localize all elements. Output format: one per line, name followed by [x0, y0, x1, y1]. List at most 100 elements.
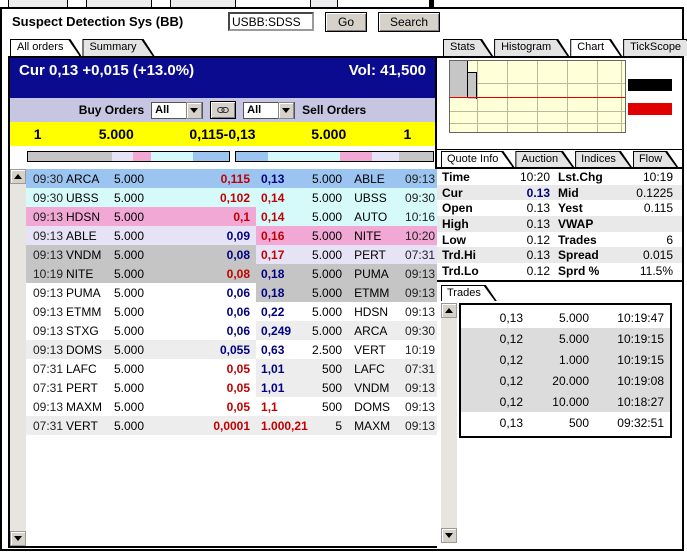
trade-row[interactable]: 0,12 20.000 10:19:08: [461, 370, 670, 391]
trade-row[interactable]: 0,12 10.000 10:18:27: [461, 391, 670, 412]
ask-row[interactable]: 1,1 500 DOMS 09:13: [256, 397, 440, 416]
scroll-down-button[interactable]: [10, 531, 26, 546]
trades-scrollbar[interactable]: [441, 303, 457, 543]
trade-row[interactable]: 0,12 5.000 10:19:15: [461, 328, 670, 349]
analysis-tab[interactable]: Stats: [443, 39, 493, 56]
ask-time: 10:20: [396, 229, 440, 243]
ask-row[interactable]: 0,249 5.000 ARCA 09:30: [256, 321, 440, 340]
trades-tabstrip: Trades: [441, 285, 498, 301]
ask-market-maker: VNDM: [348, 381, 396, 395]
ask-row[interactable]: 0,18 5.000 ETMM 09:13: [256, 283, 440, 302]
bid-price: 0,08: [190, 248, 256, 262]
ask-time: 09:13: [396, 172, 440, 186]
bid-row[interactable]: 09:13 MAXM 5.000 0,05: [26, 397, 256, 416]
ask-price: 0,13: [256, 172, 312, 186]
bid-row[interactable]: 07:31 VERT 5.000 0,0001: [26, 416, 256, 435]
ask-row[interactable]: 1.000,21 5 MAXM 09:13: [256, 416, 440, 435]
analysis-tab[interactable]: Histogram: [494, 39, 569, 56]
ask-time: 09:13: [396, 286, 440, 300]
bid-time: 09:30: [26, 191, 66, 205]
quote-info-row: High 0.13 VWAP: [437, 216, 682, 232]
symbol-input[interactable]: [228, 12, 314, 31]
bid-size: 5.000: [114, 267, 190, 281]
cutoff-tab[interactable]: [86, 0, 152, 7]
buy-size-total: 5.000: [65, 126, 167, 142]
bid-row[interactable]: 09:13 VNDM 5.000 0,08: [26, 245, 256, 264]
analysis-tab[interactable]: Chart: [570, 39, 622, 56]
ask-row[interactable]: 1,01 500 LAFC 07:31: [256, 359, 440, 378]
bid-row[interactable]: 09:13 ETMM 5.000 0,06: [26, 302, 256, 321]
link-filters-button[interactable]: [210, 101, 236, 119]
dropdown-arrow-icon[interactable]: [278, 102, 294, 119]
scroll-down-button[interactable]: [441, 528, 457, 543]
bid-price: 0,1: [190, 210, 256, 224]
dropdown-arrow-icon[interactable]: [186, 102, 202, 119]
ask-time: 10:19: [396, 343, 440, 357]
orders-tab[interactable]: All orders: [10, 39, 81, 56]
bid-row[interactable]: 09:13 STXG 5.000 0,06: [26, 321, 256, 340]
quote-info-table: Time 10:20 Lst.Chg 10:19 Cur 0.13 Mid 0.…: [437, 169, 682, 279]
ask-row[interactable]: 0,14 5.000 AUTO 10:16: [256, 207, 440, 226]
trade-size: 500: [523, 416, 589, 430]
ask-row[interactable]: 0,13 5.000 ABLE 09:13: [256, 169, 440, 188]
trade-row[interactable]: 0,13 5.000 10:19:47: [461, 307, 670, 328]
bid-market-maker: ARCA: [66, 172, 114, 186]
trade-row[interactable]: 0,13 500 09:32:51: [461, 412, 670, 433]
cutoff-tab[interactable]: [310, 0, 338, 7]
bid-time: 09:13: [26, 210, 66, 224]
ask-row[interactable]: 0,17 5.000 PERT 07:31: [256, 245, 440, 264]
orders-tab[interactable]: Summary: [82, 39, 154, 56]
price-history-area: [450, 61, 468, 98]
bid-row[interactable]: 09:13 PUMA 5.000 0,06: [26, 283, 256, 302]
scroll-up-button[interactable]: [10, 169, 26, 184]
bid-row[interactable]: 09:13 ABLE 5.000 0,09: [26, 226, 256, 245]
buy-depth-bar: [27, 151, 230, 162]
bid-row[interactable]: 10:19 NITE 5.000 0,08: [26, 264, 256, 283]
quote-info-tab[interactable]: Indices: [575, 151, 632, 167]
bid-row[interactable]: 09:30 UBSS 5.000 0,102: [26, 188, 256, 207]
ask-time: 10:16: [396, 210, 440, 224]
sell-orders-label: Sell Orders: [302, 103, 366, 117]
quote-label: Spread: [550, 248, 622, 262]
bid-row[interactable]: 09:13 DOMS 5.000 0,055: [26, 340, 256, 359]
book-scrollbar[interactable]: [10, 169, 26, 546]
analysis-tab[interactable]: TickScope: [623, 39, 687, 56]
current-price-change: Cur 0,13 +0,015 (+13.0%): [19, 62, 194, 98]
depth-segment: [112, 152, 132, 161]
ask-time: 09:13: [396, 400, 440, 414]
ask-row[interactable]: 1,01 500 VNDM 09:13: [256, 378, 440, 397]
quote-info-tab[interactable]: Auction: [515, 151, 574, 167]
ask-size: 5.000: [312, 210, 348, 224]
bid-row[interactable]: 07:31 PERT 5.000 0,05: [26, 378, 256, 397]
trades-tab[interactable]: Trades: [441, 285, 497, 301]
cutoff-tab[interactable]: [8, 0, 68, 7]
quote-label: Time: [437, 170, 492, 184]
bid-row[interactable]: 07:31 LAFC 5.000 0,05: [26, 359, 256, 378]
ask-price: 1,01: [256, 381, 312, 395]
ask-row[interactable]: 0,14 5.000 UBSS 09:30: [256, 188, 440, 207]
ask-row[interactable]: 0,16 5.000 NITE 10:20: [256, 226, 440, 245]
cutoff-tab[interactable]: [170, 0, 236, 7]
ask-size: 500: [312, 381, 348, 395]
ask-row[interactable]: 0,18 5.000 PUMA 09:13: [256, 264, 440, 283]
sell-size-total: 5.000: [278, 126, 380, 142]
ask-market-maker: ETMM: [348, 286, 396, 300]
ask-market-maker: MAXM: [348, 419, 396, 433]
trade-row[interactable]: 0,12 1.000 10:19:15: [461, 349, 670, 370]
orders-tabs: All orders Summary: [10, 39, 156, 56]
ask-row[interactable]: 0,63 2.500 VERT 10:19: [256, 340, 440, 359]
quote-label: Sprd %: [550, 264, 622, 278]
scroll-up-button[interactable]: [441, 303, 457, 318]
quote-value: 0.13: [492, 201, 550, 215]
bid-row[interactable]: 09:30 ARCA 5.000 0,115: [26, 169, 256, 188]
ask-row[interactable]: 0,22 5.000 HDSN 09:13: [256, 302, 440, 321]
buy-filter-select[interactable]: All: [151, 102, 203, 119]
bid-row[interactable]: 09:13 HDSN 5.000 0,1: [26, 207, 256, 226]
quote-info-tab[interactable]: Flow: [633, 151, 678, 167]
quote-info-tab[interactable]: Quote Info: [441, 151, 514, 167]
search-button[interactable]: Search: [378, 12, 440, 32]
bid-market-maker: DOMS: [66, 343, 114, 357]
sell-filter-select[interactable]: All: [243, 102, 295, 119]
quote-info-row: Open 0.13 Yest 0.115: [437, 200, 682, 216]
go-button[interactable]: Go: [325, 12, 367, 32]
